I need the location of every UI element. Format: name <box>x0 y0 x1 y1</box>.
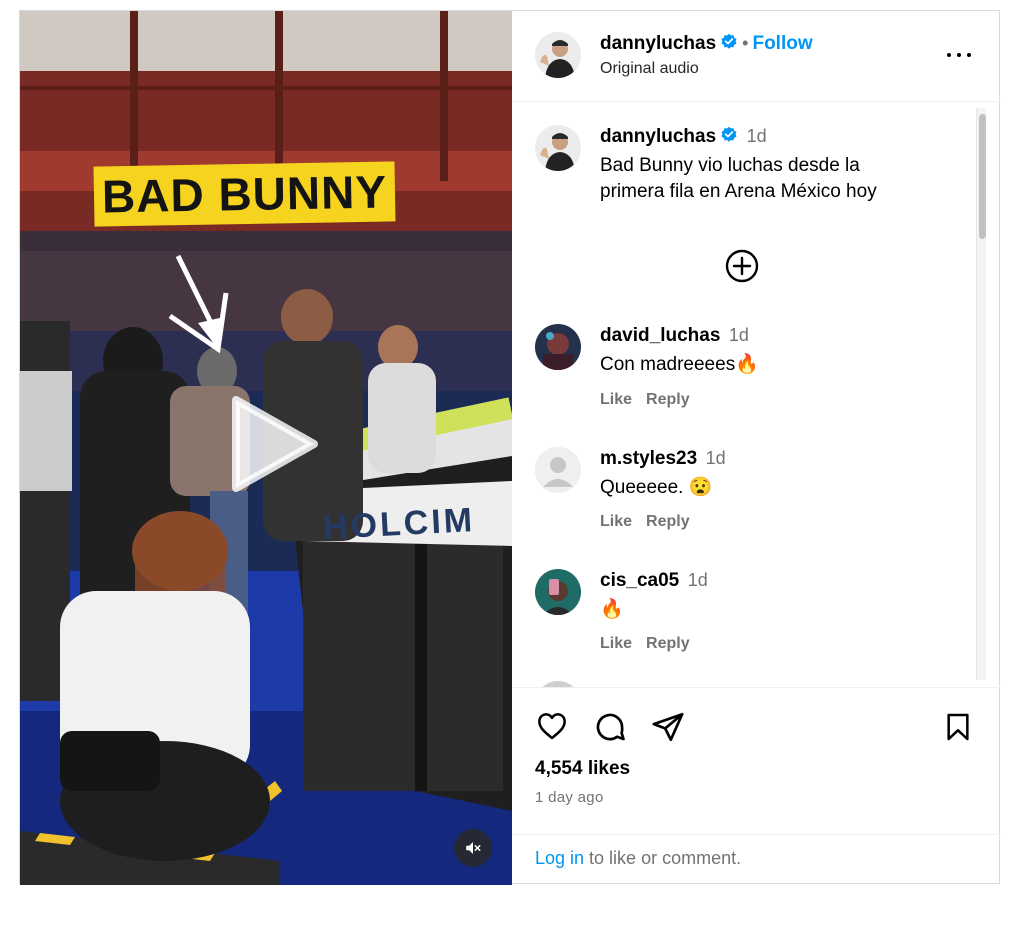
post-time[interactable]: 1 day ago <box>535 789 604 806</box>
post-sidebar: dannyluchas • Follow Original audio dann… <box>512 11 1001 885</box>
ring-banner-text: HOLCIM <box>322 501 476 547</box>
more-dot <box>967 53 971 57</box>
comment-reply-button[interactable]: Reply <box>646 391 690 408</box>
caption-item: dannyluchas 1d Bad Bunny vio luchas desd… <box>535 125 975 225</box>
comment-avatar[interactable] <box>535 324 581 370</box>
caption-username[interactable]: dannyluchas <box>600 126 716 147</box>
comment-time[interactable]: 1d <box>706 448 726 468</box>
comment-head: david_luchas 1d <box>600 325 749 347</box>
author-username[interactable]: dannyluchas <box>600 33 716 54</box>
comments-list[interactable]: dannyluchas 1d Bad Bunny vio luchas desd… <box>512 102 1001 687</box>
share-icon[interactable] <box>651 710 685 744</box>
comment-username[interactable]: david_luchas <box>600 325 720 346</box>
more-options-button[interactable] <box>944 43 974 67</box>
more-horizontal-icon <box>947 53 951 57</box>
comment-actions: Like Reply <box>600 513 704 531</box>
video-player[interactable]: BAD BUNNY HOLCIM <box>20 11 512 885</box>
comment-username[interactable]: cis_ca05 <box>600 570 679 591</box>
comment-actions: Like Reply <box>600 635 704 653</box>
post-footer: 4,554 likes 1 day ago Log in to like or … <box>512 687 1001 885</box>
avatar-image <box>535 32 581 78</box>
video-caption-overlay: BAD BUNNY <box>93 161 396 227</box>
login-prompt: Log in to like or comment. <box>512 834 1001 886</box>
likes-count[interactable]: 4,554 likes <box>535 758 630 780</box>
more-dot <box>957 53 961 57</box>
comment-text: 🔥 <box>600 599 624 620</box>
comment-reply-button[interactable]: Reply <box>646 513 690 530</box>
heart-icon[interactable] <box>535 710 569 742</box>
comment-reply-button[interactable]: Reply <box>646 635 690 652</box>
verified-badge-icon <box>721 33 737 49</box>
comments-scrollbar[interactable] <box>976 108 986 680</box>
speaker-muted-icon <box>466 842 481 854</box>
caption-text: Bad Bunny vio luchas desde la primera fi… <box>600 155 877 202</box>
comment-avatar[interactable] <box>535 447 581 493</box>
follow-button[interactable]: Follow <box>752 33 812 54</box>
caption-time[interactable]: 1d <box>747 126 767 146</box>
audio-link[interactable]: Original audio <box>600 60 699 78</box>
comment-like-button[interactable]: Like <box>600 391 632 408</box>
caption-head: dannyluchas 1d <box>600 126 767 148</box>
play-icon[interactable] <box>222 394 322 494</box>
mute-button[interactable] <box>454 829 492 867</box>
avatar-image <box>535 324 581 370</box>
comment-head: m.styles23 1d <box>600 448 726 470</box>
comment-like-button[interactable]: Like <box>600 513 632 530</box>
comment-item: cis_ca05 1d 🔥 Like Reply <box>535 569 975 669</box>
avatar-image <box>535 569 581 615</box>
login-prompt-text: to like or comment. <box>584 848 742 868</box>
scrollbar-thumb[interactable] <box>979 114 986 239</box>
comment-avatar[interactable] <box>535 569 581 615</box>
comment-item: david_luchas 1d Con madreeees🔥 Like Reply <box>535 324 975 424</box>
comment-time[interactable]: 1d <box>729 325 749 345</box>
comment-text: Queeeee. 😧 <box>600 477 713 498</box>
load-more-comments-icon[interactable] <box>724 248 760 284</box>
header-separator: • <box>742 33 749 53</box>
header-name-row: dannyluchas • Follow <box>600 33 813 55</box>
comment-item: m.styles23 1d Queeeee. 😧 Like Reply <box>535 447 975 547</box>
comment-text: Con madreeees🔥 <box>600 354 759 375</box>
comment-head: cis_ca05 1d <box>600 570 708 592</box>
comment-time[interactable]: 1d <box>688 570 708 590</box>
comment-like-button[interactable]: Like <box>600 635 632 652</box>
comment-username[interactable]: m.styles23 <box>600 448 697 469</box>
post-header: dannyluchas • Follow Original audio <box>512 11 1001 102</box>
author-avatar[interactable] <box>535 32 581 78</box>
avatar-image <box>535 125 581 171</box>
verified-badge-icon <box>721 126 737 142</box>
caption-avatar[interactable] <box>535 125 581 171</box>
login-link[interactable]: Log in <box>535 848 584 868</box>
default-avatar-icon <box>535 447 581 493</box>
comment-icon[interactable] <box>593 710 627 744</box>
comment-actions: Like Reply <box>600 391 704 409</box>
instagram-post: BAD BUNNY HOLCIM dannyluchas • Follow Or… <box>19 10 1001 885</box>
bookmark-icon[interactable] <box>942 710 974 744</box>
